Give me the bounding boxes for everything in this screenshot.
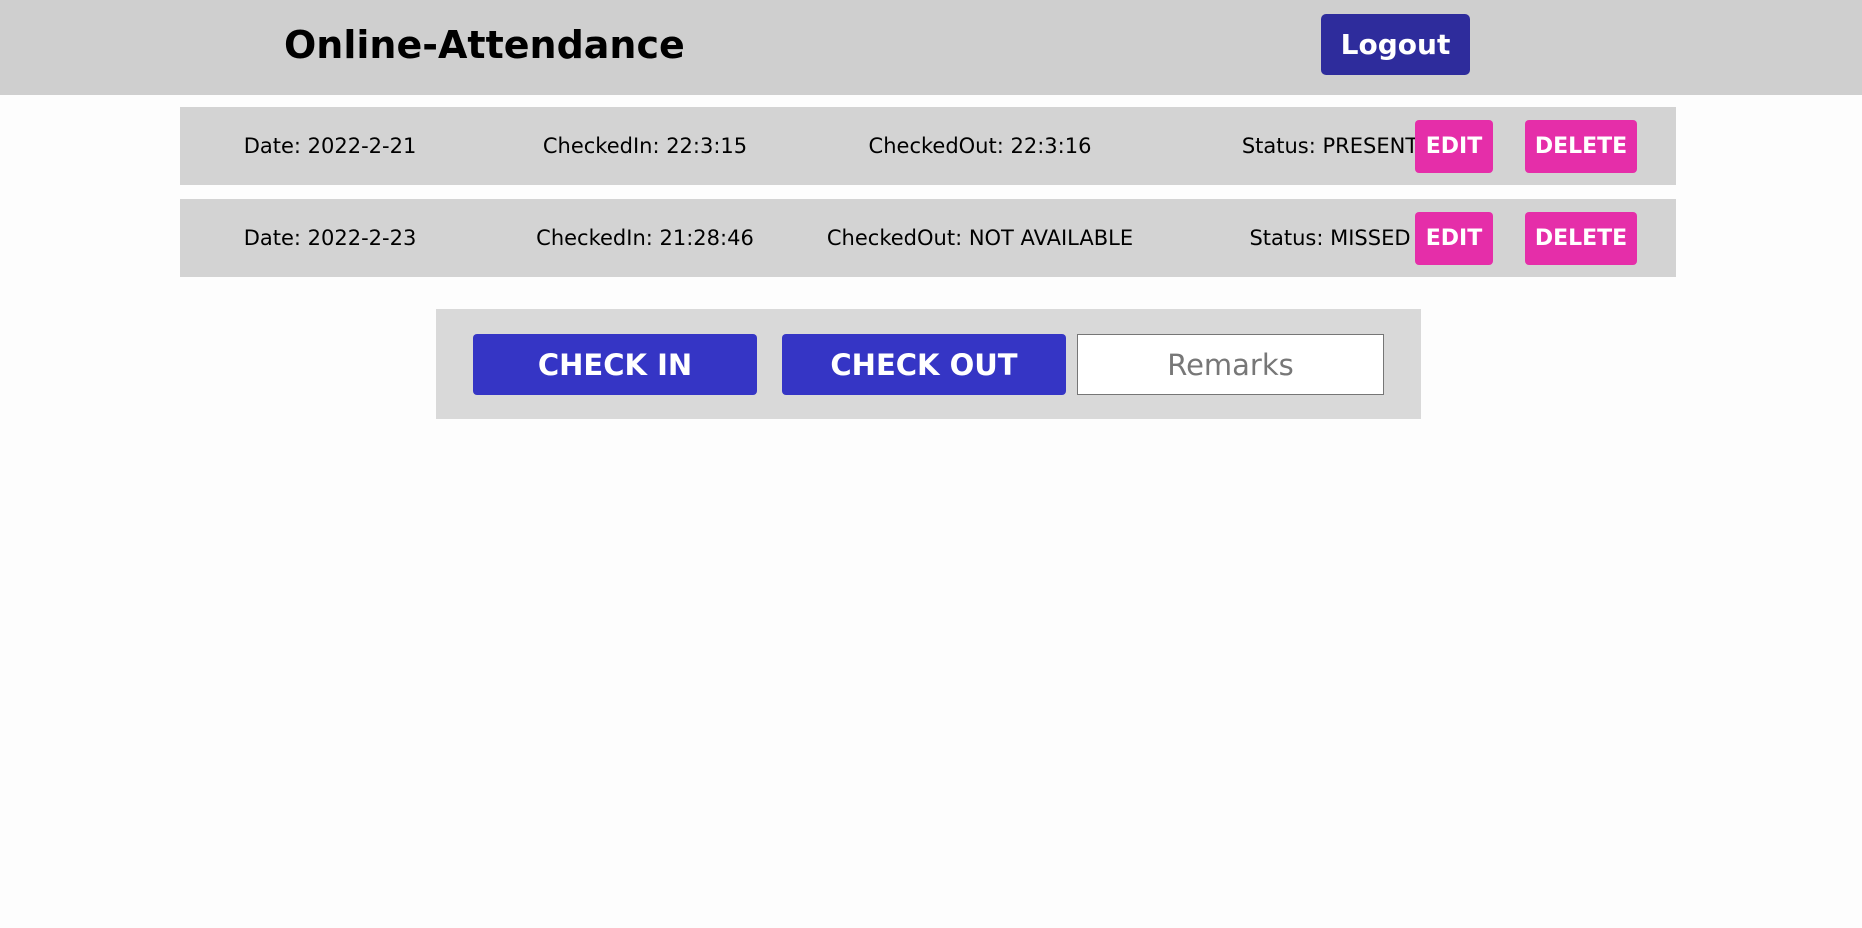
delete-button[interactable]: DELETE [1525, 120, 1637, 173]
check-out-button[interactable]: CHECK OUT [782, 334, 1066, 395]
app-header: Online-Attendance Logout [0, 0, 1862, 95]
record-date: Date: 2022-2-21 [243, 134, 417, 158]
attendance-row: Date: 2022-2-21 CheckedIn: 22:3:15 Check… [180, 107, 1676, 185]
attendance-action-panel: CHECK IN CHECK OUT [436, 309, 1421, 419]
remarks-input[interactable] [1077, 334, 1384, 395]
record-checked-out: CheckedOut: 22:3:16 [868, 134, 1092, 158]
edit-button[interactable]: EDIT [1415, 120, 1493, 173]
record-checked-in: CheckedIn: 22:3:15 [542, 134, 748, 158]
record-checked-in: CheckedIn: 21:28:46 [536, 226, 754, 250]
logout-button[interactable]: Logout [1321, 14, 1470, 75]
edit-button[interactable]: EDIT [1415, 212, 1493, 265]
delete-button[interactable]: DELETE [1525, 212, 1637, 265]
check-in-button[interactable]: CHECK IN [473, 334, 757, 395]
record-checked-out: CheckedOut: NOT AVAILABLE [826, 226, 1134, 250]
record-date: Date: 2022-2-23 [243, 226, 417, 250]
attendance-row: Date: 2022-2-23 CheckedIn: 21:28:46 Chec… [180, 199, 1676, 277]
app-title: Online-Attendance [284, 23, 685, 67]
